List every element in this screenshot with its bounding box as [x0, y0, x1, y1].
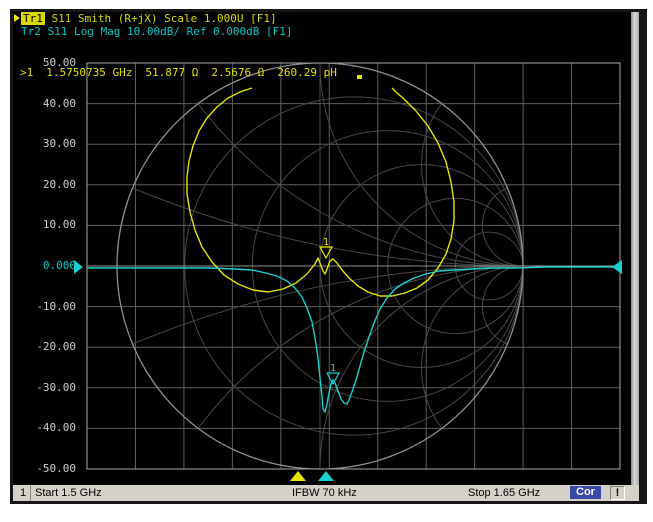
trace2-settings: S11 Log Mag 10.00dB/ Ref 0.000dB [F1] [41, 25, 293, 38]
y-axis-label: 40.00 [24, 97, 76, 111]
marker-readout-inductance: 260.29 pH [277, 66, 337, 79]
y-axis-label: 30.00 [24, 137, 76, 151]
active-trace-arrow-icon [14, 14, 20, 22]
y-axis-label: -20.00 [24, 340, 76, 354]
right-bezel-strip [631, 12, 639, 485]
y-axis-reference-label: 0.000 [24, 259, 76, 273]
start-frequency: Start 1.5 GHz [35, 485, 102, 501]
status-bar: 1 Start 1.5 GHz IFBW 70 kHz Stop 1.65 GH… [13, 485, 639, 501]
y-axis-label: -50.00 [24, 462, 76, 476]
trace1-settings: S11 Smith (R+jX) Scale 1.000U [F1] [45, 12, 277, 25]
warning-indicator: ! [610, 486, 625, 500]
y-axis-label: 20.00 [24, 178, 76, 192]
y-axis-label: 50.00 [24, 56, 76, 70]
marker-readout-reactance: 2.5676 Ω [211, 66, 264, 79]
y-axis-label: -30.00 [24, 381, 76, 395]
correction-badge: Cor [570, 486, 601, 499]
trace2-name[interactable]: Tr2 [21, 25, 41, 38]
channel-indicator: 1 [16, 485, 31, 501]
marker-readout-resistance: 51.877 Ω [145, 66, 198, 79]
trace2-header[interactable]: Tr2 S11 Log Mag 10.00dB/ Ref 0.000dB [F1… [14, 25, 293, 38]
y-axis-label: -40.00 [24, 421, 76, 435]
ifbw-value: IFBW 70 kHz [292, 485, 357, 501]
trace1-header[interactable]: Tr1 S11 Smith (R+jX) Scale 1.000U [F1] [14, 12, 277, 25]
vna-screenshot: { "traces_header": { "tr1": {"name": "Tr… [0, 0, 653, 522]
stop-frequency: Stop 1.65 GHz [468, 485, 540, 501]
trace1-name[interactable]: Tr1 [21, 12, 45, 25]
screen [13, 12, 631, 485]
y-axis-label: -10.00 [24, 300, 76, 314]
y-axis-label: 10.00 [24, 218, 76, 232]
